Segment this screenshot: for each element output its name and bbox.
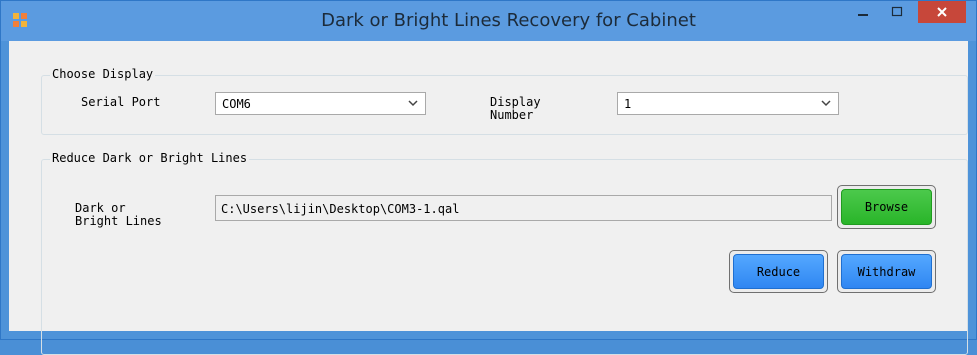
file-path-value: C:\Users\lijin\Desktop\COM3-1.qal: [221, 202, 460, 216]
withdraw-button-label: Withdraw: [841, 254, 932, 289]
minimize-icon: [858, 14, 868, 16]
browse-button-label: Browse: [841, 189, 932, 225]
minimize-button[interactable]: [849, 1, 877, 23]
client-area: Choose Display Serial Port COM6 Display …: [9, 41, 968, 355]
display-number-select[interactable]: 1: [617, 92, 839, 115]
reduce-button[interactable]: Reduce: [729, 250, 828, 293]
browse-button[interactable]: Browse: [837, 185, 936, 229]
choose-display-legend: Choose Display: [50, 67, 156, 81]
serial-port-label: Serial Port: [81, 95, 161, 109]
close-button[interactable]: [918, 1, 966, 23]
title-bar[interactable]: Dark or Bright Lines Recovery for Cabine…: [1, 1, 976, 41]
withdraw-button[interactable]: Withdraw: [837, 250, 936, 293]
window-title: Dark or Bright Lines Recovery for Cabine…: [321, 10, 696, 31]
display-number-label: Display Number: [490, 95, 541, 122]
reduce-lines-legend: Reduce Dark or Bright Lines: [50, 151, 250, 165]
file-path-field[interactable]: C:\Users\lijin\Desktop\COM3-1.qal: [215, 195, 832, 221]
app-window: Dark or Bright Lines Recovery for Cabine…: [0, 0, 977, 355]
chevron-down-icon: [408, 100, 418, 107]
reduce-button-label: Reduce: [733, 254, 824, 289]
display-number-value: 1: [624, 97, 632, 111]
serial-port-select[interactable]: COM6: [215, 92, 426, 115]
maximize-icon: [891, 6, 903, 17]
maximize-button[interactable]: [883, 1, 911, 23]
serial-port-value: COM6: [222, 97, 251, 111]
reduce-lines-group: Reduce Dark or Bright Lines: [41, 151, 968, 355]
chevron-down-icon: [821, 100, 831, 107]
close-icon: [937, 7, 947, 17]
file-label: Dark or Bright Lines: [75, 201, 162, 228]
